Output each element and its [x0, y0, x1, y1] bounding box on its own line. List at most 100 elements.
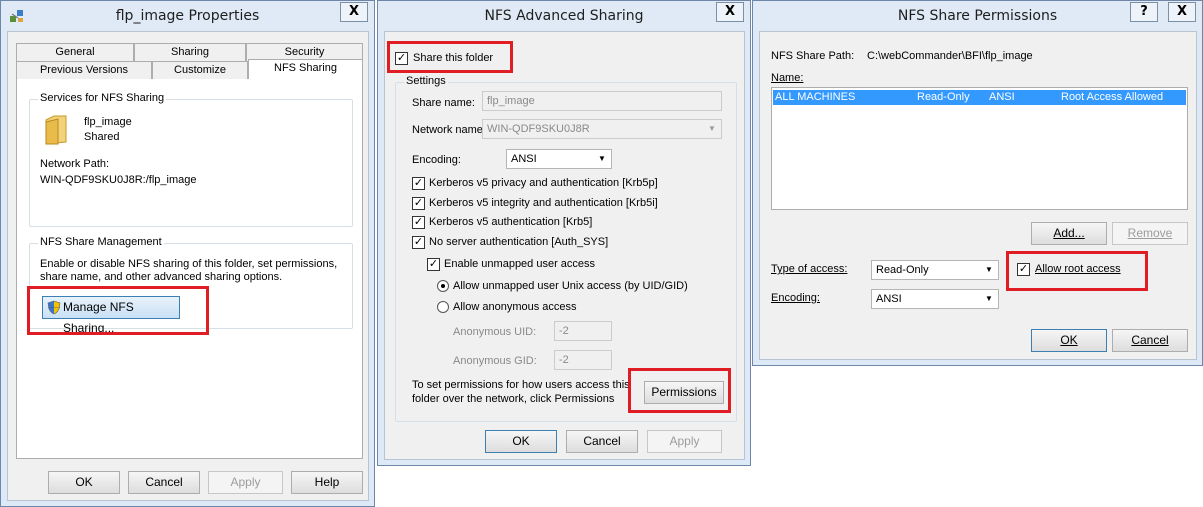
network-name-label: Network name:	[412, 124, 486, 136]
chevron-down-icon: ▼	[708, 124, 716, 133]
tab-general[interactable]: General	[16, 43, 134, 62]
row-encoding: ANSI	[989, 91, 1015, 103]
type-of-access-label: Type of access:	[771, 263, 847, 275]
krb5p-label[interactable]: Kerberos v5 privacy and authentication […	[429, 177, 658, 189]
share-path-value: C:\webCommander\BFI\flp_image	[867, 50, 1033, 62]
folder-name: flp_image	[84, 116, 132, 128]
close-icon: X	[348, 4, 360, 19]
perm-encoding-text: Encoding:	[771, 292, 820, 304]
anon-uid-input[interactable]: -2	[554, 321, 612, 341]
anon-gid-value: -2	[559, 354, 569, 366]
help-icon: ?	[1140, 4, 1148, 19]
tab-customize[interactable]: Customize	[152, 61, 248, 80]
row-access: Read-Only	[917, 91, 970, 103]
type-of-access-value: Read-Only	[876, 264, 929, 276]
chevron-down-icon: ▼	[985, 265, 993, 274]
anon-gid-label: Anonymous GID:	[453, 355, 537, 367]
adv-cancel-button[interactable]: Cancel	[566, 430, 638, 453]
tab-previous-versions[interactable]: Previous Versions	[16, 61, 152, 80]
encoding-label: Encoding:	[412, 154, 461, 166]
permissions-title: NFS Share Permissions	[897, 8, 1058, 24]
krb5i-checkbox[interactable]: ✓	[412, 197, 425, 210]
network-name-value: WIN-QDF9SKU0J8R	[487, 123, 590, 135]
krb5-checkbox[interactable]: ✓	[412, 216, 425, 229]
share-name-label: Share name:	[412, 97, 475, 109]
props-ok-button[interactable]: OK	[48, 471, 120, 494]
anon-uid-value: -2	[559, 325, 569, 337]
permissions-window: NFS Share Permissions ? X NFS Share Path…	[752, 0, 1203, 366]
row-name: ALL MACHINES	[775, 91, 856, 103]
props-help-button[interactable]: Help	[291, 471, 363, 494]
permissions-hint-line2: folder over the network, click Permissio…	[412, 393, 615, 405]
type-of-access-combo[interactable]: Read-Only ▼	[871, 260, 999, 280]
permissions-close-button[interactable]: X	[1168, 2, 1196, 22]
network-name-combo[interactable]: WIN-QDF9SKU0J8R ▼	[482, 119, 722, 139]
close-icon: X	[1176, 4, 1188, 19]
properties-titlebar: flp_image Properties X	[1, 1, 374, 31]
network-path-value: WIN-QDF9SKU0J8R:/flp_image	[40, 174, 197, 186]
close-icon: X	[724, 4, 736, 19]
permissions-titlebar: NFS Share Permissions ? X	[753, 1, 1202, 31]
encoding-combo[interactable]: ANSI ▼	[506, 149, 612, 169]
advanced-title: NFS Advanced Sharing	[484, 8, 644, 24]
enable-unmapped-label[interactable]: Enable unmapped user access	[444, 258, 595, 270]
permissions-help-button[interactable]: ?	[1130, 2, 1158, 22]
mgmt-description-line1: Enable or disable NFS sharing of this fo…	[40, 258, 338, 270]
allow-anonymous-label[interactable]: Allow anonymous access	[453, 301, 577, 313]
perm-encoding-label: Encoding:	[771, 292, 820, 304]
highlight-allow-root-access	[1006, 251, 1148, 291]
properties-close-button[interactable]: X	[340, 2, 368, 22]
share-name-input[interactable]: flp_image	[482, 91, 722, 111]
auth-sys-label[interactable]: No server authentication [Auth_SYS]	[429, 236, 608, 248]
share-name-value: flp_image	[487, 95, 535, 107]
allow-unmapped-unix-label[interactable]: Allow unmapped user Unix access (by UID/…	[453, 280, 688, 292]
krb5p-checkbox[interactable]: ✓	[412, 177, 425, 190]
krb5-label[interactable]: Kerberos v5 authentication [Krb5]	[429, 216, 592, 228]
permissions-client: NFS Share Path: C:\webCommander\BFI\flp_…	[759, 31, 1197, 360]
tab-sharing[interactable]: Sharing	[134, 43, 246, 62]
krb5i-label[interactable]: Kerberos v5 integrity and authentication…	[429, 197, 658, 209]
tab-nfs-sharing[interactable]: NFS Sharing	[248, 59, 363, 80]
permissions-list[interactable]: ALL MACHINES Read-Only ANSI Root Access …	[771, 87, 1188, 210]
enable-unmapped-checkbox[interactable]: ✓	[427, 258, 440, 271]
share-path-label: NFS Share Path:	[771, 50, 855, 62]
settings-group-label: Settings	[404, 75, 448, 87]
add-button[interactable]: Add...	[1031, 222, 1107, 245]
highlight-permissions	[628, 368, 731, 413]
remove-button-label: Remove	[1127, 226, 1173, 240]
type-of-access-text: Type of access:	[771, 263, 848, 275]
adv-ok-button[interactable]: OK	[485, 430, 557, 453]
allow-unmapped-unix-radio[interactable]	[437, 280, 449, 292]
folder-status: Shared	[84, 131, 120, 143]
anon-uid-label: Anonymous UID:	[453, 326, 537, 338]
properties-window: flp_image Properties X General Sharing S…	[0, 0, 375, 507]
permissions-hint-line1: To set permissions for how users access …	[412, 379, 630, 391]
auth-sys-checkbox[interactable]: ✓	[412, 236, 425, 249]
highlight-manage-nfs	[27, 286, 209, 335]
add-button-label: Add...	[1053, 226, 1085, 240]
nfs-sharing-tab-page: Services for NFS Sharing flp_image Share…	[16, 79, 363, 459]
perm-encoding-value: ANSI	[876, 293, 902, 305]
anon-gid-input[interactable]: -2	[554, 350, 612, 370]
adv-apply-button[interactable]: Apply	[647, 430, 722, 453]
perm-encoding-combo[interactable]: ANSI ▼	[871, 289, 999, 309]
props-apply-button[interactable]: Apply	[208, 471, 283, 494]
services-groupbox: Services for NFS Sharing flp_image Share…	[29, 92, 353, 227]
permissions-list-row[interactable]: ALL MACHINES Read-Only ANSI Root Access …	[773, 90, 1186, 105]
highlight-share-this-folder	[387, 41, 513, 73]
name-list-label: Name:	[771, 72, 804, 84]
allow-anonymous-radio[interactable]	[437, 301, 449, 313]
mgmt-group-label: NFS Share Management	[38, 236, 164, 248]
perm-ok-button[interactable]: OK	[1031, 329, 1107, 352]
advanced-close-button[interactable]: X	[716, 2, 744, 22]
properties-client: General Sharing Security Previous Versio…	[7, 31, 369, 501]
chevron-down-icon: ▼	[985, 294, 993, 303]
properties-app-icon	[9, 8, 25, 24]
remove-button[interactable]: Remove	[1112, 222, 1188, 245]
advanced-titlebar: NFS Advanced Sharing X	[378, 1, 750, 31]
services-group-label: Services for NFS Sharing	[38, 92, 167, 104]
perm-cancel-button[interactable]: Cancel	[1112, 329, 1188, 352]
row-root-access: Root Access Allowed	[1061, 91, 1164, 103]
props-cancel-button[interactable]: Cancel	[128, 471, 200, 494]
perm-cancel-label: Cancel	[1131, 333, 1169, 347]
